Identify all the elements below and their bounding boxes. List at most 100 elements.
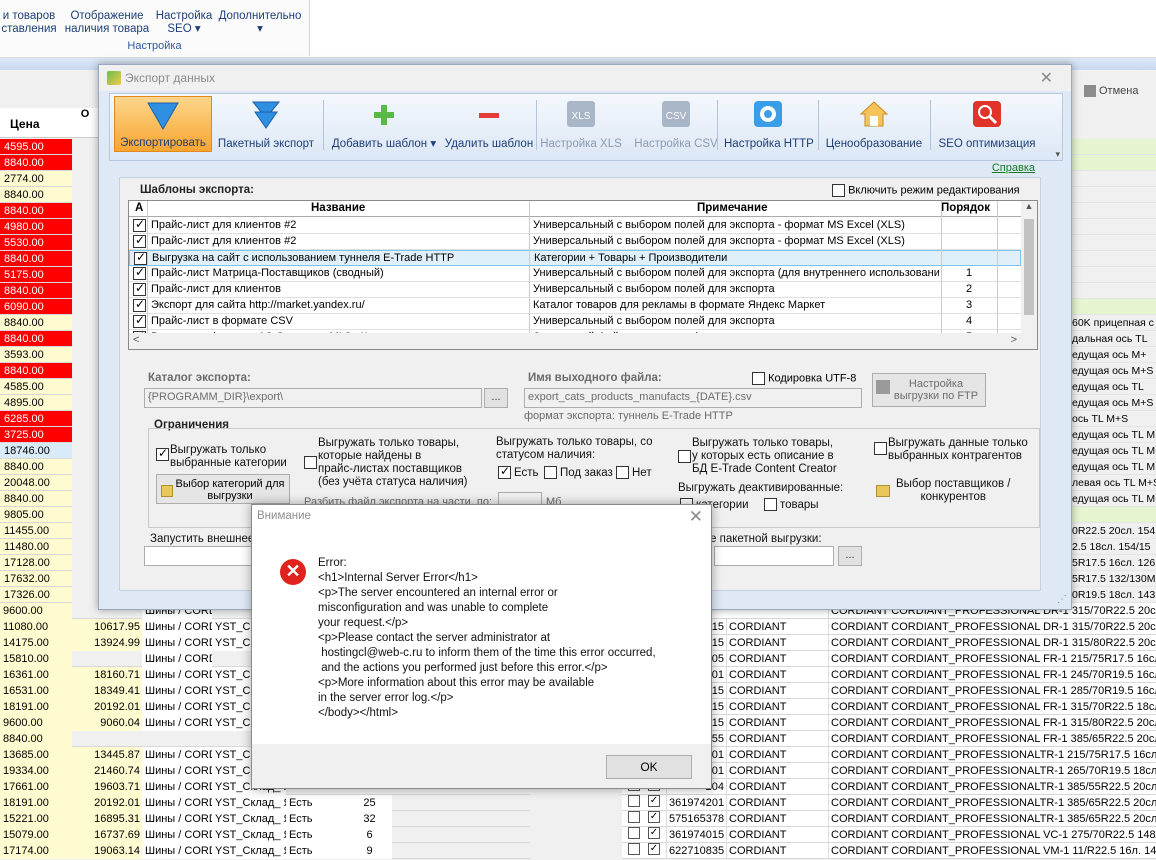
templates-hscrollbar[interactable]: < > [129, 333, 1037, 349]
ftp-settings-button[interactable]: Настройка выгрузки по FTP [872, 373, 986, 407]
templates-vscroll-thumb[interactable] [1024, 219, 1034, 315]
product-name-cell: едущая ось TL [1070, 379, 1156, 395]
template-active-checkbox[interactable] [133, 267, 146, 280]
col-note-header[interactable]: Примечание [697, 202, 767, 214]
ribbon-btn-additional[interactable]: Дополнительно ▾ [214, 10, 306, 36]
row-active-checkbox[interactable]: ✓ [648, 827, 660, 839]
toolbar-button-5[interactable]: CSV Настройка CSV [634, 96, 718, 152]
template-active-checkbox[interactable] [134, 252, 147, 265]
batch-browse-button[interactable]: ... [838, 546, 862, 566]
template-name: Прайс-лист для клиентов #2 [151, 235, 297, 247]
select-categories-button[interactable]: Выбор категорий для выгрузки [156, 474, 290, 504]
product-name-cell: едущая ось TL M+ [1070, 445, 1156, 459]
deact-products-checkbox[interactable] [764, 498, 777, 511]
row-active-checkbox[interactable]: ✓ [648, 811, 660, 823]
template-row[interactable]: Прайс-лист для клиентов Универсальный с в… [129, 282, 1021, 298]
row-select-checkbox[interactable] [628, 795, 640, 807]
toolbar-overflow-icon[interactable]: ▾ [1055, 149, 1060, 160]
table-row[interactable]: ✓ 361974201 CORDIANT CORDIANT CORDIANT_PROF… [622, 795, 1156, 811]
template-row[interactable]: Прайс-лист для клиентов #2 Универсальный … [129, 234, 1021, 250]
col-order-header[interactable]: Порядок [941, 202, 990, 214]
template-row[interactable]: Прайс-лист для клиентов #2 Универсальный … [129, 218, 1021, 234]
toolbar-button-0[interactable]: Экспортировать [114, 96, 212, 152]
select-suppliers-button[interactable]: Выбор поставщиков / конкурентов [896, 478, 1010, 504]
row-active-checkbox[interactable]: ✓ [648, 795, 660, 807]
toolbar-button-4[interactable]: XLS Настройка XLS [540, 96, 622, 152]
contractors-checkbox[interactable] [874, 442, 887, 455]
toolbar-button-1[interactable]: Пакетный экспорт [216, 96, 316, 152]
table-cell-code: 361974015 [666, 827, 726, 843]
table-cell-cat: Шины / CORD [142, 747, 212, 763]
table-row[interactable]: 15221.00 16895.31 Шины / CORD YST_Склад_ ЯЕ… [0, 811, 530, 827]
template-active-checkbox[interactable] [133, 283, 146, 296]
status-order-checkbox[interactable] [544, 466, 557, 479]
deact-products-label: товары [780, 499, 819, 511]
batch-input[interactable] [714, 546, 834, 566]
col-name-header[interactable]: Название [311, 202, 365, 214]
status-no-checkbox[interactable] [616, 466, 629, 479]
table-cell-brand: CORDIANT [726, 763, 826, 779]
template-row[interactable]: Экспорт для сайта http://market.yandex.r… [129, 298, 1021, 314]
utf8-checkbox[interactable] [752, 372, 765, 385]
row-select-checkbox[interactable] [628, 843, 640, 855]
close-icon[interactable]: ✕ [689, 507, 703, 527]
template-active-checkbox[interactable] [133, 315, 146, 328]
scroll-right-icon[interactable]: > [1011, 334, 1017, 346]
toolbar-button-6[interactable]: Настройка HTTP [724, 96, 814, 152]
scroll-left-icon[interactable]: < [133, 334, 139, 346]
ribbon-btn-availability[interactable]: Отображение наличия товара [62, 10, 152, 36]
toolbar-button-7[interactable]: Ценообразование [822, 96, 926, 152]
col-active-header[interactable]: А [135, 202, 143, 214]
resize-grip-icon[interactable]: ⋰ [1057, 594, 1067, 605]
export-dialog-title: Экспорт данных [125, 71, 215, 85]
product-name-cell [1070, 203, 1156, 219]
catalog-input[interactable]: {PROGRAMM_DIR}\export\ [144, 388, 482, 408]
help-link[interactable]: Справка [992, 162, 1035, 174]
table-row[interactable]: 15079.00 16737.69 Шины / CORD YST_Склад_ ЯЕ… [0, 827, 530, 843]
template-name: Прайс-лист в формате CSV [151, 315, 293, 327]
table-cell-n: 9 [344, 843, 392, 859]
catalog-browse-button[interactable]: ... [484, 388, 508, 408]
template-row[interactable]: Прайс-лист в формате CSV Универсальный с … [129, 314, 1021, 330]
ok-button[interactable]: OK [606, 755, 692, 779]
second-column-header[interactable]: О [70, 108, 100, 126]
table-cell-cat: Шины / CORD [142, 699, 212, 715]
run-external-input[interactable] [144, 546, 254, 566]
edit-mode-toggle[interactable]: Включить режим редактирования [832, 184, 1020, 197]
template-active-checkbox[interactable] [133, 299, 146, 312]
table-row[interactable]: ✓ 575165378 CORDIANT CORDIANT CORDIANT_PROF… [622, 811, 1156, 827]
template-row[interactable]: Выгрузка на сайт с использованием туннел… [129, 250, 1021, 266]
template-active-checkbox[interactable] [133, 235, 146, 248]
template-note: Каталог товаров для рекламы в формате Ян… [533, 299, 826, 311]
templates-vscrollbar[interactable]: ▲ [1021, 201, 1037, 335]
edit-mode-checkbox[interactable] [832, 184, 845, 197]
table-row[interactable]: 17174.00 19063.14 Шины / CORD YST_Склад_ ЯЕ… [0, 843, 530, 859]
table-row[interactable]: ✓ 361974015 CORDIANT CORDIANT CORDIANT_PROF… [622, 827, 1156, 843]
ribbon-btn-seo-settings[interactable]: Настройка SEO ▾ [152, 10, 216, 36]
table-cell-p: 16361.00 [0, 667, 72, 683]
toolbar-button-2[interactable]: Добавить шаблон ▾ [330, 96, 438, 152]
table-row[interactable]: ✓ 622710835 CORDIANT CORDIANT CORDIANT_PROF… [622, 843, 1156, 859]
template-active-checkbox[interactable] [133, 219, 146, 232]
cancel-filter-button[interactable]: Отмена [1084, 85, 1156, 103]
table-row[interactable]: 18191.00 20192.01 Шины / CORD YST_Склад_ ЯЕ… [0, 795, 530, 811]
ribbon-btn-products-display[interactable]: и товаров ставления [0, 10, 58, 36]
row-select-checkbox[interactable] [628, 811, 640, 823]
toolbar-button-8[interactable]: SEO оптимизация [936, 96, 1038, 152]
content-only-checkbox[interactable] [678, 450, 691, 463]
utf8-toggle[interactable]: Кодировка UTF-8 [752, 372, 856, 385]
price-cell: 5530.00 [0, 235, 72, 251]
table-cell-model: CORDIANT CORDIANT_PROFESSIONALTR-1 385/5… [828, 779, 1156, 795]
only-supplier-checkbox[interactable] [304, 456, 317, 469]
status-order-label: Под заказ [560, 467, 613, 479]
status-yes-checkbox[interactable] [498, 464, 511, 479]
close-icon[interactable]: ✕ [1040, 68, 1053, 88]
only-categories-checkbox[interactable] [156, 446, 169, 461]
row-active-checkbox[interactable]: ✓ [648, 843, 660, 855]
row-select-checkbox[interactable] [628, 827, 640, 839]
product-name-cell [1070, 155, 1156, 171]
toolbar-button-3[interactable]: Удалить шаблон [444, 96, 534, 152]
table-cell-brand: CORDIANT [726, 827, 826, 843]
template-row[interactable]: Прайс-лист Матрица-Поставщиков (сводный)… [129, 266, 1021, 282]
output-file-input[interactable]: export_cats_products_manufacts_{DATE}.cs… [524, 388, 862, 408]
